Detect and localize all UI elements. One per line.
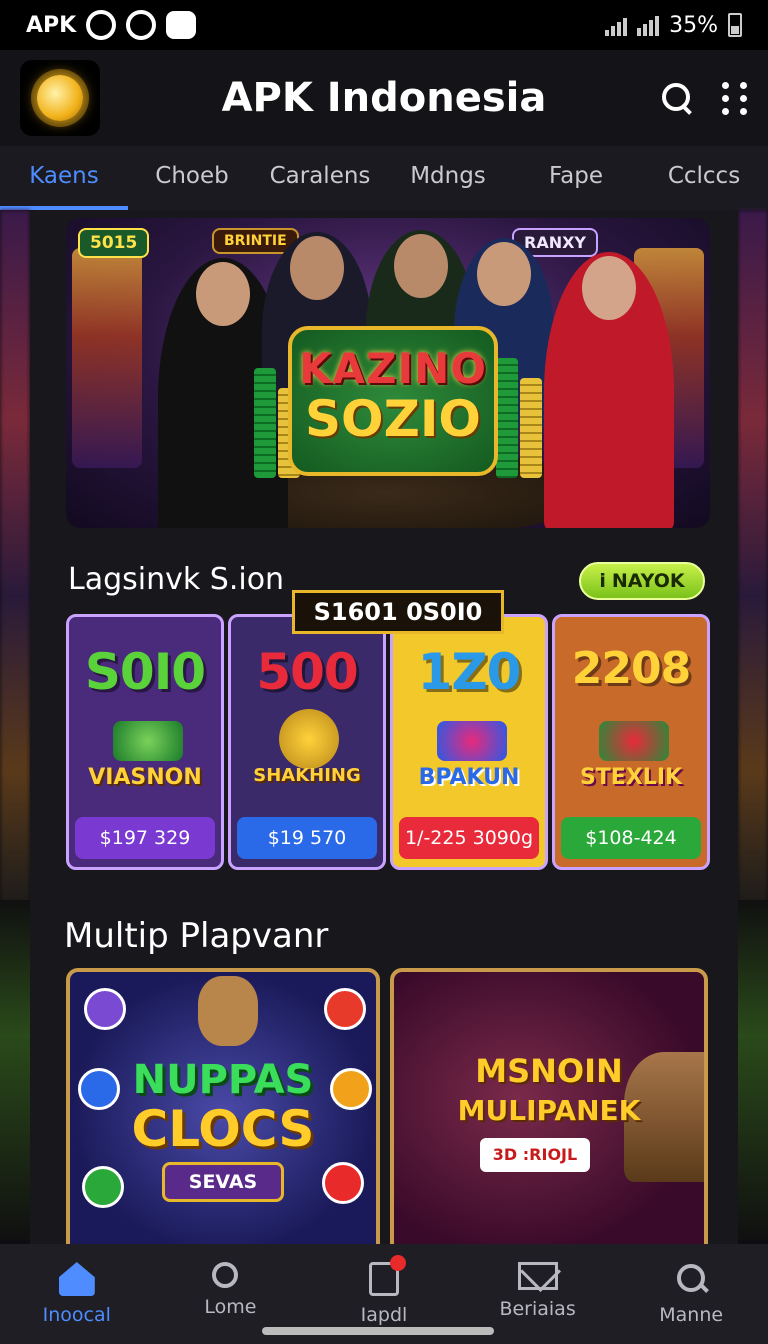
game-card[interactable]: 1Z0 BPAKUN 1/-225 3090g [390,614,548,870]
battery-icon [728,13,742,37]
multiplayer-game-card[interactable]: NUPPAS CLOCS SEVAS [66,968,380,1244]
nav-label: Lome [204,1296,257,1318]
game-card-name: VIASNON [88,765,202,790]
chip-stack [496,358,518,478]
chip-stack-icon [113,721,183,761]
wifi-icon [637,14,660,36]
chip-stack-icon [437,721,507,761]
game-tag[interactable]: 3D :RIOJL [480,1138,590,1172]
notification-icon [86,10,117,40]
background-right-lower [738,900,768,1240]
search-icon[interactable] [660,81,694,115]
hero-title-line1: KAZINO [299,344,487,393]
info-icon: i [599,570,606,592]
chip-stack [520,378,542,478]
clipboard-icon [368,1255,406,1296]
red-ball-icon [324,988,366,1030]
section-1-action-button[interactable]: i NAYOK [579,562,705,600]
signal-icon [605,14,628,36]
app-title: APK Indonesia [221,75,547,121]
game-card-number: 2208 [571,643,691,694]
chip-stack [254,368,276,478]
search-icon [673,1262,709,1296]
mail-icon [517,1262,558,1290]
nav-label: Iapdl [360,1304,408,1326]
battery-percentage: 35% [669,12,718,38]
tab-fape[interactable]: Fape [512,146,640,210]
game-title-line1: NUPPAS [132,1057,314,1103]
gesture-home-bar[interactable] [262,1327,494,1335]
game-card[interactable]: 2208 STEXLIK $108-424 [552,614,710,870]
game-tag[interactable]: SEVAS [162,1162,284,1202]
green-ball-icon [82,1166,124,1208]
game-title-line2: CLOCS [131,1100,315,1158]
nav-item-home[interactable]: Inoocal [0,1244,154,1344]
red-ball-icon [322,1162,364,1204]
game-card-price[interactable]: 1/-225 3090g [399,817,539,859]
status-bar: APK 35% [0,0,768,50]
key-icon [212,1262,239,1288]
game-card[interactable]: 500 SHAKHING $19 570 [228,614,386,870]
camera-icon [126,10,157,40]
nav-label: Inoocal [42,1304,111,1326]
main-content[interactable]: 5015 BRINTIE RANXY KAZINO SOZIO Lagsinvk… [30,210,738,1244]
tab-mdngs[interactable]: Mdngs [384,146,512,210]
multiplayer-game-card[interactable]: MSNOIN MULIPANEK 3D :RIOJL [390,968,708,1244]
nav-label: Manne [659,1304,724,1326]
section-1-action-label: NAYOK [611,570,685,592]
game-cards-row: S0I0 VIASNON $197 329 500 SHAKHING $19 5… [66,614,710,870]
sun-coin-icon [279,709,339,769]
app-header: APK Indonesia [0,50,768,146]
game-card-name: BPAKUN [418,765,520,790]
section-title-1: Lagsinvk S.ion [68,562,285,597]
hero-title-line2: SOZIO [305,390,481,448]
purple-ball-icon [84,988,126,1030]
hero-logo: KAZINO SOZIO [288,326,498,476]
game-card-name: SHAKHING [253,765,361,786]
chip-stack-icon [599,721,669,761]
background-right-blur [738,210,768,910]
person-right [544,252,674,528]
game-card-price[interactable]: $108-424 [561,817,701,859]
game-card-number: S0I0 [84,643,206,701]
background-left-lower [0,900,30,1240]
hero-badge-left: 5015 [78,228,150,258]
game-card[interactable]: S0I0 VIASNON $197 329 [66,614,224,870]
tab-caralens[interactable]: Caralens [256,146,384,210]
grid-menu-icon[interactable] [722,81,748,115]
game-card-number: 1Z0 [417,643,522,701]
game-card-price[interactable]: $19 570 [237,817,377,859]
tab-choeb[interactable]: Choeb [128,146,256,210]
nav-label: Beriaias [499,1298,576,1320]
game-card-number: 500 [256,643,358,701]
status-carrier-text: APK [26,12,77,38]
game-card-price[interactable]: $197 329 [75,817,215,859]
category-tabs: Kaens Choeb Caralens Mdngs Fape Cclccs [0,146,768,210]
section-1-ribbon: S1601 0S0I0 [292,590,504,634]
slot-machine-left [72,248,142,468]
hero-banner[interactable]: 5015 BRINTIE RANXY KAZINO SOZIO [66,218,710,528]
game-card-name: STEXLIK [579,765,683,790]
tab-kaens[interactable]: Kaens [0,146,128,210]
nav-item-manne[interactable]: Manne [614,1244,768,1344]
tiger-icon [198,976,258,1046]
app-logo[interactable] [20,60,100,136]
game-title-line2: MULIPANEK [457,1094,641,1127]
app-notification-icon [166,11,197,39]
section-title-2: Multip Plapvanr [64,916,329,956]
background-left-blur [0,210,30,910]
sun-icon [37,75,83,121]
tab-cclccs[interactable]: Cclccs [640,146,768,210]
game-title-line1: MSNOIN [475,1052,623,1090]
home-icon [58,1262,95,1296]
